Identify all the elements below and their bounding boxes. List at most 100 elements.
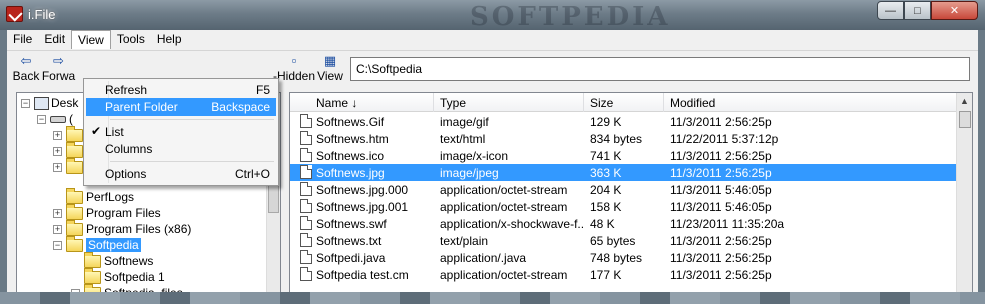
file-name: Softnews.ico (316, 149, 385, 163)
tree-item-softpedia-1[interactable]: Softpedia 1 (84, 267, 165, 285)
app-icon (6, 6, 23, 22)
file-modified: 11/23/2011 11:35:20a (670, 217, 785, 231)
menu-item-label: Refresh (105, 83, 148, 97)
file-size: 129 K (590, 115, 622, 129)
file-type: text/plain (440, 234, 489, 248)
tree-item-label: Program Files (x86) (86, 222, 192, 236)
table-row[interactable]: Softnews.jpg.001 application/octet-strea… (290, 198, 958, 215)
menu-item-label: List (105, 125, 124, 139)
forward-button[interactable]: ⇨ Forwa (41, 54, 76, 83)
folder-icon (66, 157, 83, 174)
table-row[interactable]: Softnews.Gif image/gif 129 K 11/3/2011 2… (290, 113, 958, 130)
scroll-up-icon[interactable]: ▲ (957, 93, 972, 109)
collapse-icon[interactable]: − (37, 114, 46, 124)
menu-item-list[interactable]: ✔ List (86, 123, 276, 141)
file-name: Softnews.jpg.001 (316, 200, 409, 214)
tree-item-label: Program Files (86, 206, 161, 220)
menu-item-columns[interactable]: Columns (86, 140, 276, 158)
file-type: image/jpeg (440, 166, 499, 180)
expand-icon[interactable]: + (53, 224, 62, 234)
back-arrow-icon: ⇦ (20, 53, 32, 68)
menu-tools[interactable]: Tools (111, 30, 151, 49)
column-header-type[interactable]: Type (434, 93, 584, 112)
tree-item-label: Desk (51, 96, 79, 110)
menu-view[interactable]: View (71, 30, 111, 49)
file-type: application/x-shockwave-f... (440, 217, 584, 231)
file-name: Softnews.jpg (316, 166, 385, 180)
tree-item-softpedia[interactable]: − Softpedia (53, 235, 141, 253)
collapse-icon[interactable]: − (53, 240, 62, 250)
forward-label: Forwa (41, 69, 76, 83)
list-scrollbar[interactable]: ▲ (956, 93, 972, 303)
tree-item-label: PerfLogs (86, 190, 135, 204)
menu-separator (110, 119, 274, 120)
title-bar: SOFTPEDIA i.File — □ ✕ (0, 0, 985, 32)
tree-item-desktop[interactable]: − Desk (21, 95, 78, 111)
tree-item-label: Softnews (104, 254, 154, 268)
expand-icon[interactable]: + (53, 130, 62, 140)
file-modified: 11/3/2011 2:56:25p (670, 149, 772, 163)
file-size: 748 bytes (590, 251, 643, 265)
menu-item-parent-folder[interactable]: Parent Folder Backspace (86, 98, 276, 116)
menu-item-options[interactable]: Options Ctrl+O (86, 165, 276, 183)
menu-file[interactable]: File (7, 30, 38, 49)
file-type: image/x-icon (440, 149, 509, 163)
file-modified: 11/3/2011 5:46:05p (670, 200, 772, 214)
table-row[interactable]: Softnews.txt text/plain 65 bytes 11/3/20… (290, 232, 958, 249)
menu-item-refresh[interactable]: Refresh F5 (86, 81, 276, 99)
folder-icon (66, 235, 83, 252)
desktop-icon (34, 96, 49, 110)
minimize-icon: — (885, 4, 896, 17)
menu-bar: File Edit View Tools Help (7, 30, 978, 49)
view-button[interactable]: ▦ View (315, 53, 345, 84)
menu-help[interactable]: Help (151, 30, 188, 49)
menu-item-label: Columns (105, 142, 153, 156)
column-header-size[interactable]: Size (584, 93, 664, 112)
file-modified: 11/3/2011 2:56:25p (670, 115, 772, 129)
table-row[interactable]: Softnews.htm text/html 834 bytes 11/22/2… (290, 130, 958, 147)
tree-item-perflogs[interactable]: PerfLogs (66, 187, 135, 205)
table-row[interactable]: Softnews.ico image/x-icon 741 K 11/3/201… (290, 147, 958, 164)
table-row[interactable]: Softnews.jpg.000 application/octet-strea… (290, 181, 958, 198)
back-button[interactable]: ⇦ Back (11, 53, 41, 84)
file-type: application/.java (440, 251, 527, 265)
scrollbar-thumb[interactable] (959, 111, 971, 128)
column-header-modified[interactable]: Modified (664, 93, 958, 112)
menu-edit[interactable]: Edit (38, 30, 71, 49)
table-row[interactable]: Softpedia test.cm application/octet-stre… (290, 266, 958, 283)
address-bar[interactable]: C:\Softpedia (350, 57, 970, 81)
maximize-button[interactable]: □ (904, 1, 931, 20)
file-list[interactable]: Name ↓ Type Size Modified Softnews.Gif i… (289, 92, 973, 304)
folder-icon (84, 251, 101, 268)
expand-icon[interactable]: + (53, 208, 62, 218)
collapse-icon[interactable]: − (21, 98, 30, 108)
file-icon (300, 131, 312, 145)
tree-item-softnews[interactable]: Softnews (84, 251, 154, 269)
minimize-button[interactable]: — (877, 1, 904, 20)
file-size: 65 bytes (590, 234, 636, 248)
column-header-name[interactable]: Name ↓ (310, 93, 434, 112)
list-header: Name ↓ Type Size Modified (290, 93, 972, 112)
expand-icon[interactable]: + (53, 146, 62, 156)
table-row-selected[interactable]: Softnews.jpg image/jpeg 363 K 11/3/2011 … (290, 164, 958, 181)
file-type: application/octet-stream (440, 183, 568, 197)
table-row[interactable]: Softpedi.java application/.java 748 byte… (290, 249, 958, 266)
menu-separator (110, 161, 274, 162)
file-icon (300, 165, 312, 179)
checkmark-icon: ✔ (91, 124, 102, 138)
close-button[interactable]: ✕ (931, 1, 978, 20)
file-size: 177 K (590, 268, 622, 282)
tree-item-hidden-3[interactable]: + (53, 157, 86, 175)
menu-item-label: Options (105, 167, 147, 181)
file-modified: 11/22/2011 5:37:12p (670, 132, 779, 146)
file-size: 204 K (590, 183, 622, 197)
table-row[interactable]: Softnews.swf application/x-shockwave-f..… (290, 215, 958, 232)
desktop-background (0, 292, 985, 304)
expand-icon[interactable]: + (53, 162, 62, 172)
tree-item-label: Softpedia (86, 238, 141, 252)
file-modified: 11/3/2011 2:56:25p (670, 234, 772, 248)
grid-view-icon: ▦ (323, 53, 337, 68)
watermark: SOFTPEDIA (470, 2, 671, 32)
file-name: Softnews.Gif (316, 115, 385, 129)
view-label: View (317, 69, 343, 83)
